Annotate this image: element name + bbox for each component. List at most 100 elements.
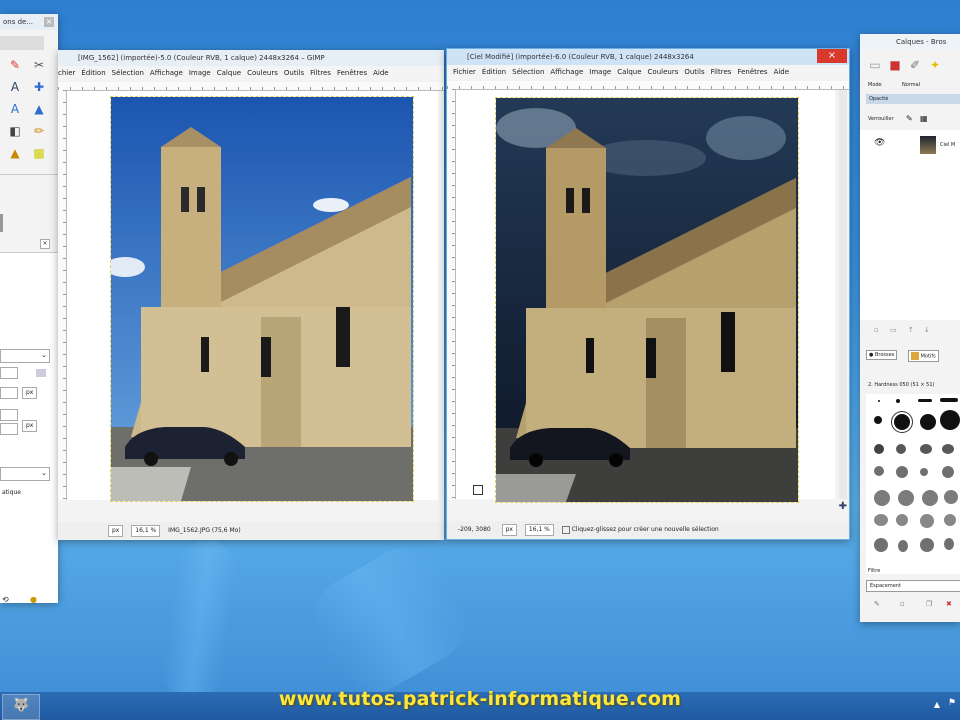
- clone-icon[interactable]: ▲: [32, 102, 46, 116]
- menu-view[interactable]: Affichage: [150, 66, 183, 80]
- spacing-slider[interactable]: Espacement: [866, 580, 960, 592]
- save-options-icon[interactable]: ●: [30, 595, 37, 604]
- pencil-icon[interactable]: ✏: [32, 124, 46, 138]
- menu-view[interactable]: Affichage: [550, 65, 583, 79]
- image-modified-photo[interactable]: [495, 97, 799, 503]
- mode-select[interactable]: ⌄: [0, 349, 50, 363]
- vertical-ruler[interactable]: [58, 90, 67, 500]
- lock-pixels-icon[interactable]: ✎: [906, 114, 913, 123]
- brush-preview[interactable]: [874, 416, 882, 424]
- fuzzy-select-icon[interactable]: ✎: [8, 58, 22, 72]
- images-tab-icon[interactable]: ▭: [868, 58, 882, 72]
- menu-help[interactable]: Aide: [373, 66, 388, 80]
- image-original-photo[interactable]: [110, 96, 414, 502]
- brush-preview[interactable]: [944, 514, 956, 526]
- brush-selected[interactable]: [894, 414, 910, 430]
- brushes-tab-icon[interactable]: ✦: [928, 58, 942, 72]
- brush-preview[interactable]: [940, 398, 958, 402]
- brush-preview[interactable]: [896, 444, 906, 454]
- navigate-plus-icon[interactable]: ✚: [839, 501, 847, 512]
- menu-select[interactable]: Sélection: [112, 66, 144, 80]
- brush-preview[interactable]: [920, 444, 932, 454]
- brush-preview[interactable]: [920, 468, 928, 476]
- opacity-slider[interactable]: Opacité: [866, 94, 960, 104]
- lock-alpha-icon[interactable]: ▦: [920, 114, 928, 123]
- tab-patterns[interactable]: Motifs: [908, 350, 939, 362]
- brush-preview[interactable]: [920, 414, 936, 430]
- mode-select[interactable]: Normal: [902, 82, 920, 88]
- tool-options-toggle[interactable]: [0, 214, 3, 232]
- down-icon[interactable]: ↓: [924, 326, 930, 334]
- menu-filters[interactable]: Filtres: [711, 65, 732, 79]
- new-brush-icon[interactable]: ▫: [900, 600, 905, 608]
- menu-image[interactable]: Image: [589, 65, 611, 79]
- new-layer-icon[interactable]: ▫: [874, 326, 879, 334]
- size-field[interactable]: [0, 367, 18, 379]
- dock-titlebar[interactable]: Calques - Bros: [860, 34, 960, 50]
- paths-tab-icon[interactable]: ✐: [908, 58, 922, 72]
- horizontal-ruler[interactable]: [447, 81, 849, 90]
- toolbox-titlebar[interactable]: ons de... ×: [0, 14, 58, 30]
- horizontal-ruler[interactable]: [58, 82, 444, 91]
- unit-select[interactable]: px: [501, 523, 517, 536]
- brush-preview[interactable]: [944, 490, 958, 504]
- paths-icon[interactable]: A: [8, 80, 22, 94]
- brush-preview[interactable]: [896, 399, 900, 403]
- close-icon[interactable]: ×: [44, 17, 54, 27]
- brush-preview[interactable]: [898, 540, 908, 552]
- menu-layer[interactable]: Calque: [617, 65, 641, 79]
- menu-edit[interactable]: Édition: [81, 66, 105, 80]
- brush-preview[interactable]: [896, 466, 908, 478]
- scissors-icon[interactable]: ✂: [32, 58, 46, 72]
- position-field[interactable]: [0, 423, 18, 435]
- window-titlebar[interactable]: [IMG_1562] (importée)-5.0 (Couleur RVB, …: [58, 50, 444, 66]
- tool-options-icon[interactable]: ×: [40, 239, 50, 249]
- menu-windows[interactable]: Fenêtres: [737, 65, 767, 79]
- brush-preview[interactable]: [942, 444, 954, 454]
- chain-icon[interactable]: [36, 369, 46, 377]
- menu-filters[interactable]: Filtres: [310, 66, 331, 80]
- position-field[interactable]: [0, 409, 18, 421]
- zoom-select[interactable]: 16,1 %: [524, 523, 554, 536]
- menu-tools[interactable]: Outils: [684, 65, 704, 79]
- brush-preview[interactable]: [918, 399, 932, 402]
- tab-brushes[interactable]: ● Brosses: [866, 350, 898, 360]
- brush-preview[interactable]: [896, 514, 908, 526]
- brush-preview[interactable]: [944, 538, 954, 550]
- gradient-icon[interactable]: ▩: [32, 146, 46, 160]
- duplicate-brush-icon[interactable]: ❐: [926, 600, 932, 608]
- brush-preview[interactable]: [878, 400, 880, 402]
- brush-preview[interactable]: [874, 490, 890, 506]
- menu-select[interactable]: Sélection: [512, 65, 544, 79]
- menu-windows[interactable]: Fenêtres: [337, 66, 367, 80]
- window-titlebar[interactable]: [Ciel Modifié] (importée)-6.0 (Couleur R…: [447, 49, 849, 65]
- brush-grid[interactable]: [866, 394, 960, 574]
- navigate-icon[interactable]: [473, 485, 483, 495]
- layer-row[interactable]: 👁 Ciel M: [860, 134, 960, 156]
- brush-preview[interactable]: [874, 444, 884, 454]
- text-icon[interactable]: A: [8, 102, 22, 116]
- menu-file[interactable]: chier: [58, 66, 75, 80]
- brush-preview[interactable]: [942, 466, 954, 478]
- zoom-select[interactable]: 16,1 %: [131, 524, 161, 537]
- vertical-ruler[interactable]: [447, 89, 456, 499]
- brush-preview[interactable]: [940, 410, 960, 430]
- menu-colors[interactable]: Couleurs: [247, 66, 278, 80]
- toolbox-search-field[interactable]: [0, 36, 44, 50]
- brush-preview[interactable]: [874, 466, 884, 476]
- brush-preview[interactable]: [920, 514, 934, 528]
- eye-icon[interactable]: 👁: [874, 138, 885, 148]
- folder-icon[interactable]: ▭: [890, 326, 897, 334]
- menu-help[interactable]: Aide: [774, 65, 789, 79]
- bucket-fill-icon[interactable]: ▲: [8, 146, 22, 160]
- brush-preview[interactable]: [922, 490, 938, 506]
- vertical-scrollbar[interactable]: [839, 90, 847, 499]
- move-icon[interactable]: ✚: [32, 80, 46, 94]
- unit-select[interactable]: px: [108, 524, 124, 537]
- menu-layer[interactable]: Calque: [217, 66, 241, 80]
- brush-preview[interactable]: [874, 538, 888, 552]
- highlight-select[interactable]: ⌄: [0, 467, 50, 481]
- reset-icon[interactable]: ⟲: [2, 595, 9, 604]
- unit-select[interactable]: px: [22, 420, 38, 432]
- menu-edit[interactable]: Édition: [482, 65, 506, 79]
